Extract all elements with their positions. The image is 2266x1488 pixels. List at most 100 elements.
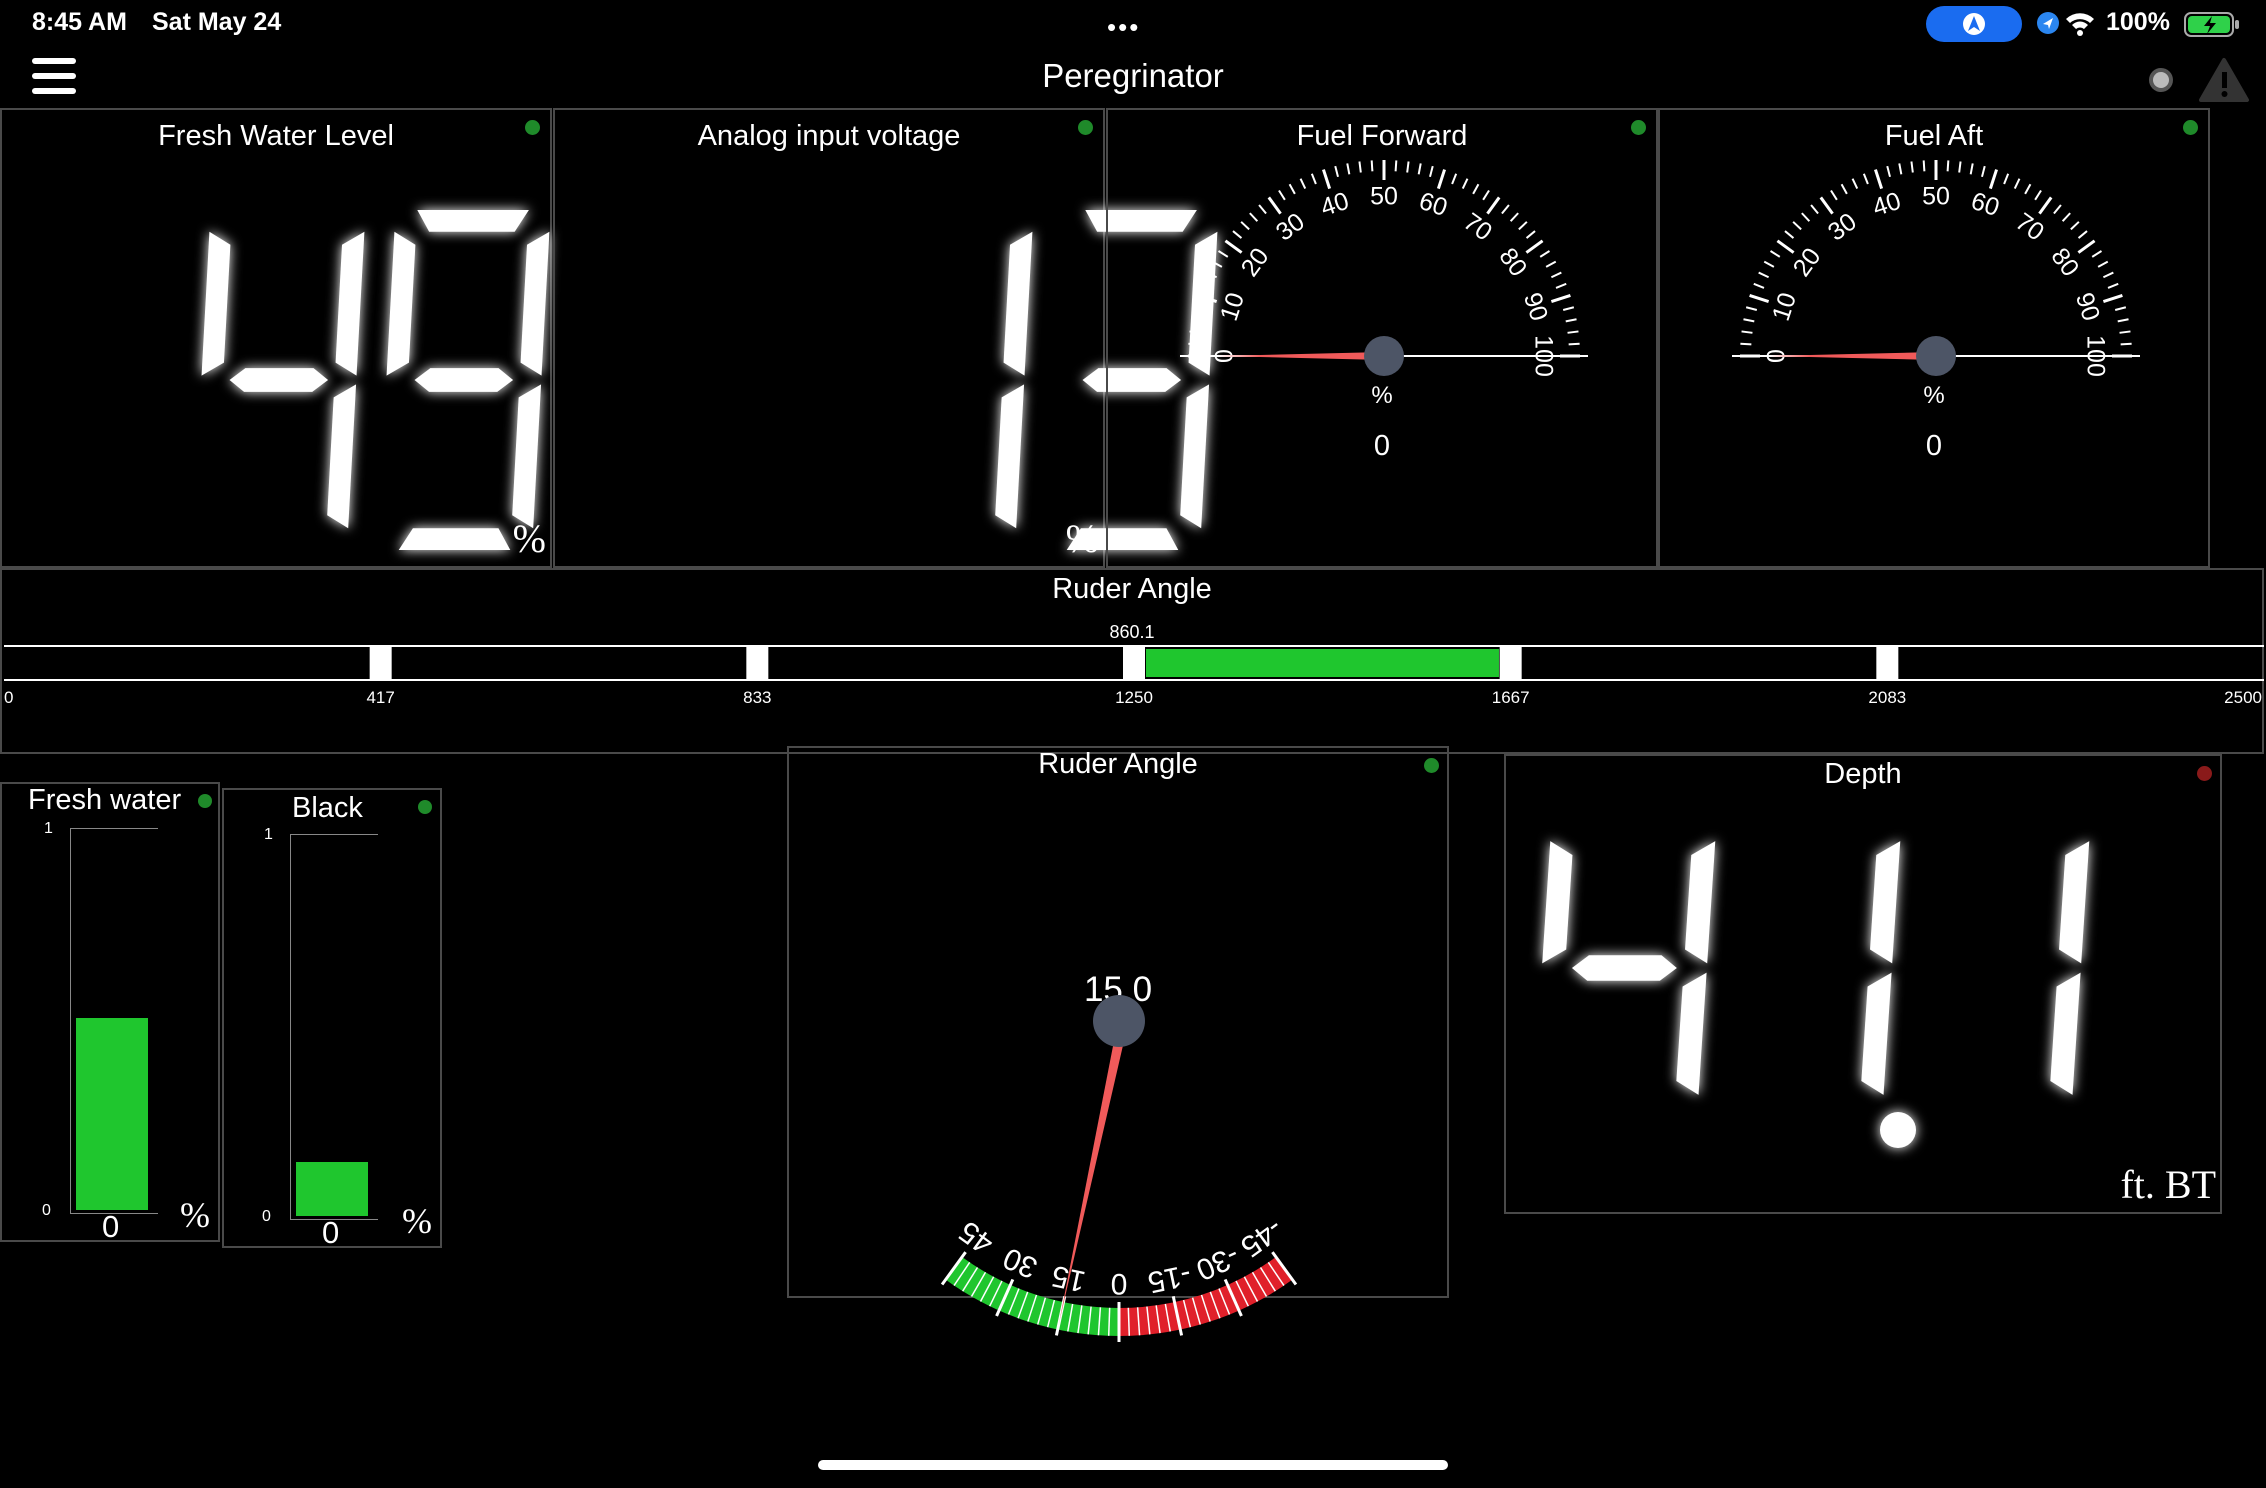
dial-tick (2070, 221, 2080, 231)
fuel-forward-tile[interactable]: Fuel Forward 0102030405060708090100 % 0 (1106, 108, 1658, 568)
digit-segment (1676, 972, 1707, 1095)
unit-label: % (512, 516, 546, 561)
dial-tick (1191, 318, 1203, 323)
dial-tick (1741, 330, 1753, 334)
black-tank-tile[interactable]: Black 1 0 0 % (222, 788, 442, 1250)
dial-tick (1819, 196, 1834, 215)
digit-segment (1870, 841, 1901, 964)
dial-tick (1201, 282, 1213, 289)
dial-tick (2034, 189, 2042, 201)
tank-level-bar (296, 1162, 368, 1216)
dial-tick (1249, 212, 1259, 222)
gauge-value: 0 (1925, 430, 1943, 462)
dial-tick (1769, 250, 1781, 258)
digit-segment (201, 231, 231, 376)
gauge-hub (1916, 336, 1956, 376)
digit-segment (417, 210, 529, 232)
tank-value: 0 (322, 1215, 340, 1250)
unit-label: % (1065, 516, 1099, 561)
dial-tick (2102, 271, 2114, 279)
unit-label: ft. BT (2120, 1162, 2216, 1207)
record-icon[interactable] (2147, 66, 2177, 96)
dial-tick (1886, 165, 1891, 178)
dial-tick (2117, 318, 2129, 323)
fresh-water-level-tile[interactable]: Fresh Water Level % (0, 108, 552, 568)
dial-tick (1486, 196, 1501, 215)
location-pill[interactable] (1926, 6, 2022, 42)
wifi-icon (2066, 13, 2094, 36)
bar-tick (1876, 646, 1899, 680)
dial-tick (1840, 183, 1848, 195)
dial-tick (1346, 163, 1351, 175)
dial-tick (1550, 271, 1562, 279)
dial-tick (1874, 169, 1884, 190)
dial-tick (1509, 212, 1519, 222)
axis-max: 1 (264, 826, 273, 843)
dial-label: 30 (1823, 208, 1862, 247)
home-indicator[interactable] (818, 1460, 1448, 1470)
fresh-water-tank-tile[interactable]: Fresh water 1 0 0 % (0, 782, 220, 1244)
dial-label: 40 (1869, 187, 1904, 222)
dial-tick (1370, 160, 1374, 172)
dial-tick (2077, 239, 2096, 254)
dial-tick (1107, 1307, 1111, 1336)
dial-label: 50 (1922, 183, 1950, 211)
digit-segment (386, 231, 416, 376)
dial-label: 30 (998, 1241, 1042, 1285)
dial-tick (2038, 196, 2053, 215)
dial-label: 50 (1370, 183, 1398, 211)
depth-tile[interactable]: Depth ft. BT (1504, 754, 2222, 1214)
dial-tick (1334, 165, 1339, 178)
dial-label: -15 (1145, 1258, 1194, 1299)
rudder-angle-gauge-tile[interactable]: Ruder Angle 15.0 4530150-15-30-45 (787, 746, 1449, 1342)
dial-tick (1562, 306, 1575, 311)
dial-label: 20 (1788, 243, 1827, 282)
dial-label: 60 (1968, 187, 2003, 222)
digit-segment (1003, 231, 1033, 376)
bar-tick-label: 0 (4, 688, 13, 707)
dial-tick (1288, 183, 1296, 195)
digit-segment (229, 368, 329, 392)
dial-tick (1482, 189, 1490, 201)
dial-tick (1232, 230, 1243, 239)
dial-label: 20 (1236, 243, 1275, 282)
dial-label: 90 (2070, 289, 2105, 324)
dial-tick (1862, 173, 1869, 185)
rudder-angle-bar-tile[interactable]: Ruder Angle 860.1 0 417 833 1250 1667 2083 250… (0, 568, 2264, 754)
tile-title: Fresh water (28, 784, 182, 816)
dial-label: 70 (2010, 208, 2049, 247)
seven-segment-value (1542, 841, 2090, 1148)
fuel-aft-tile[interactable]: Fuel Aft 0102030405060708090100 % 0 (1658, 108, 2210, 568)
dial-tick (1188, 342, 1200, 346)
dial-tick (1784, 230, 1795, 239)
dial-tick (1745, 306, 1758, 311)
tank-level-bar (76, 1017, 148, 1210)
gauge-needle (1218, 352, 1384, 360)
gauge-hub (1364, 336, 1404, 376)
dial-tick (2097, 260, 2109, 268)
status-dot (418, 800, 432, 814)
dial-tick (1417, 163, 1422, 175)
digit-segment (335, 231, 365, 376)
dial-tick (1969, 163, 1974, 175)
dial-tick (1758, 271, 1770, 279)
dial-tick (1461, 178, 1469, 190)
digit-segment (520, 231, 550, 376)
decimal-point (1880, 1112, 1916, 1148)
bar-tick (746, 646, 769, 680)
dial-tick (1322, 169, 1332, 190)
dial-tick (1539, 250, 1551, 258)
warning-icon[interactable] (2199, 58, 2250, 102)
axis-min: 0 (262, 1208, 271, 1225)
bar-tick-label: 1667 (1492, 688, 1530, 707)
gauge-value: 0 (1373, 430, 1391, 462)
dial-tick (1310, 173, 1317, 185)
dial-tick (1792, 221, 1802, 231)
dial-tick (1810, 204, 1819, 215)
seven-segment-value (995, 210, 1218, 550)
dial-tick (2053, 204, 2062, 215)
dial-tick (1394, 160, 1398, 172)
analog-input-voltage-tile[interactable]: Analog input voltage % (553, 108, 1218, 568)
dial-tick (1749, 294, 1770, 304)
multitask-dots-icon[interactable]: ••• (1107, 12, 1140, 43)
